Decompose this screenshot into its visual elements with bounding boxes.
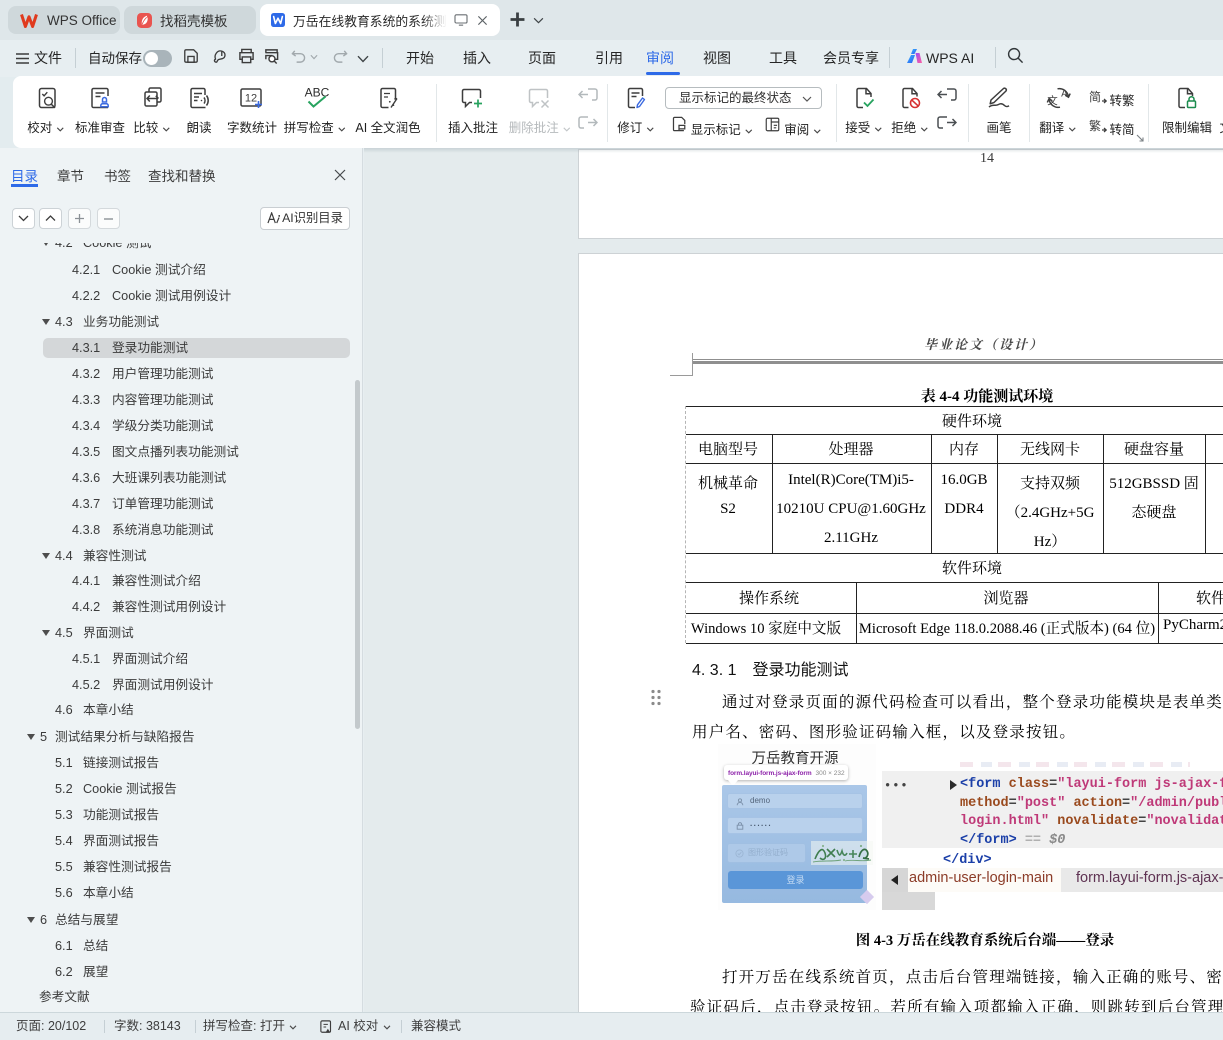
svg-text:繁: 繁 <box>1089 118 1101 133</box>
svg-text:ABC: ABC <box>305 86 330 100</box>
svg-text:简: 简 <box>1089 90 1101 104</box>
svg-text:12: 12 <box>245 93 257 105</box>
